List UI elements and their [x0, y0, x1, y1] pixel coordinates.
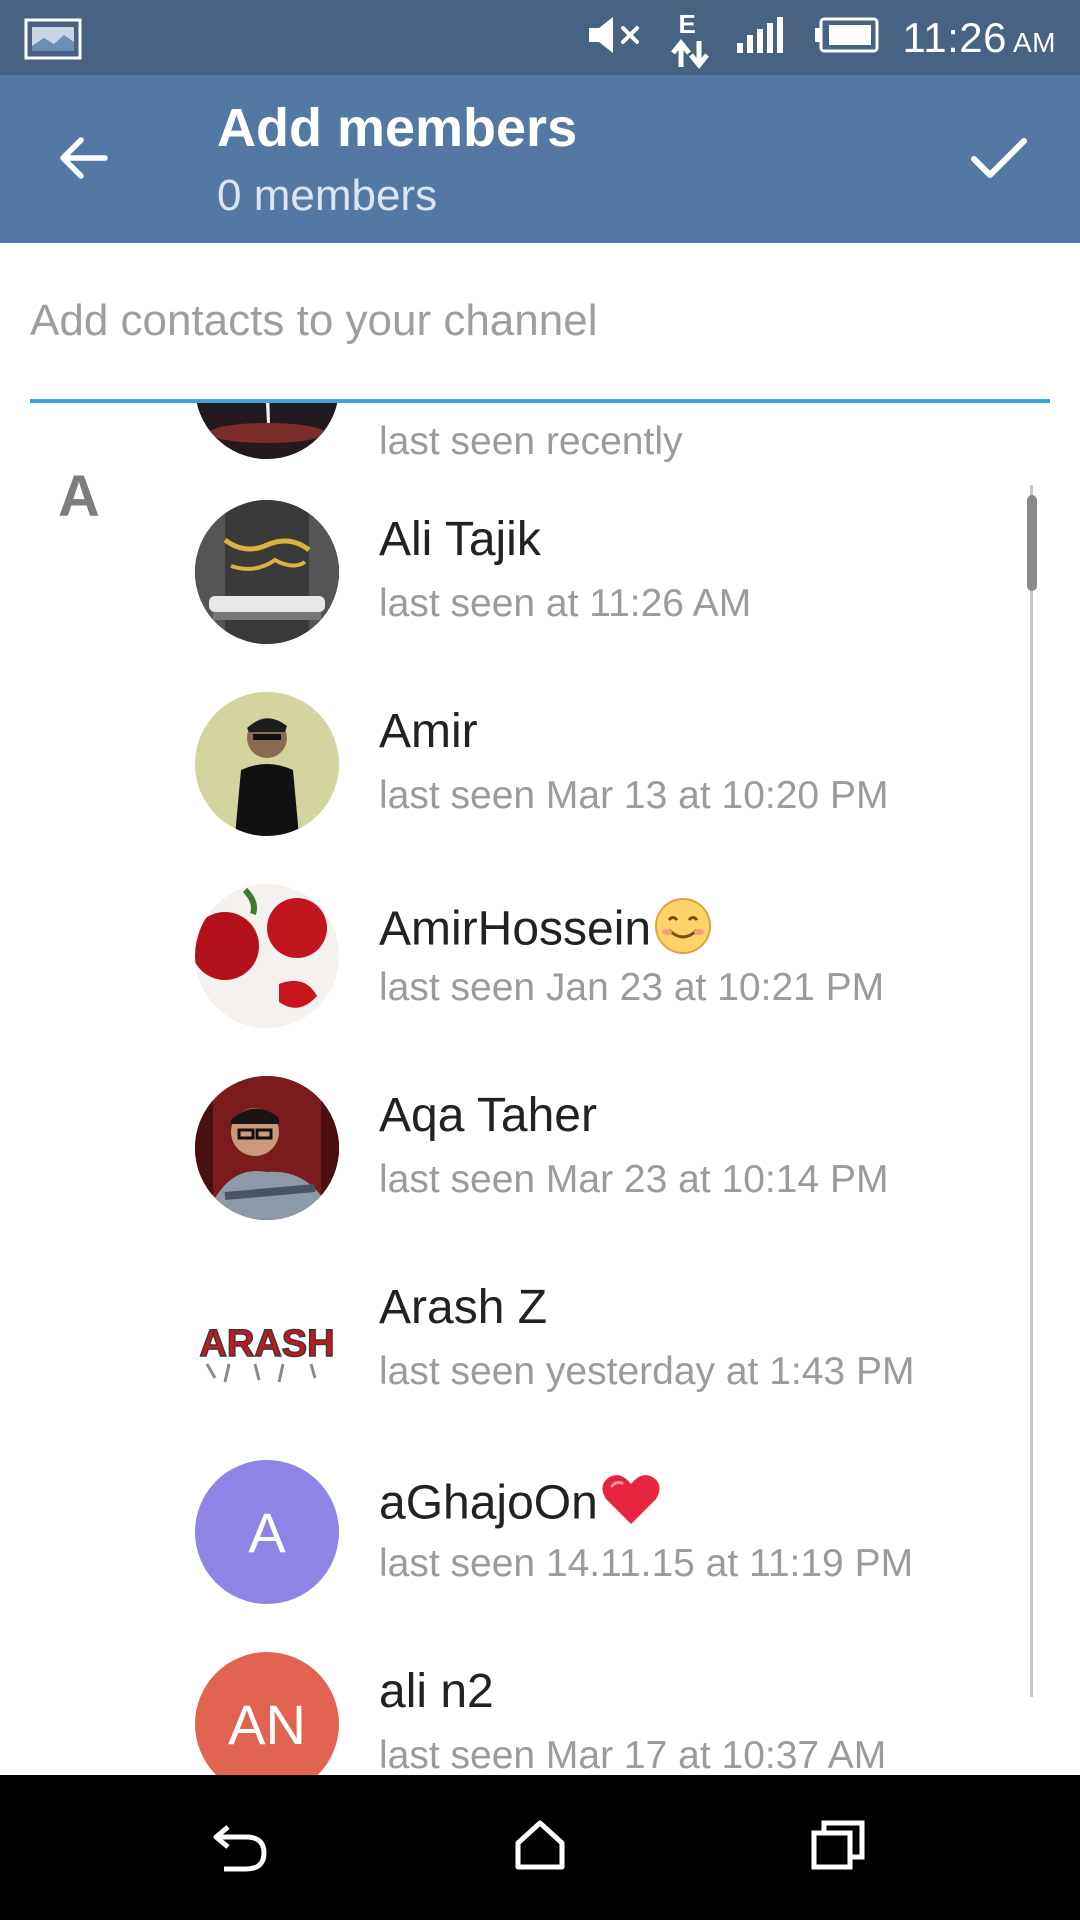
contact-avatar [195, 403, 339, 459]
contact-avatar [195, 692, 339, 836]
search-area [0, 243, 1080, 404]
home-icon [514, 1819, 566, 1876]
contact-name: Amir [379, 705, 478, 758]
back-button[interactable] [50, 127, 116, 193]
notification-image-icon [24, 18, 82, 60]
contact-row-ali-n2[interactable]: AN ali n2 last seen Mar 17 at 10:37 AM [0, 1652, 1030, 1775]
data-transfer-icon: E [669, 7, 713, 69]
contact-name-text: aGhajoOn [379, 1476, 598, 1530]
contact-status: last seen Jan 23 at 10:21 PM [379, 966, 885, 1009]
contact-name: Arash Z [379, 1281, 548, 1334]
contact-row-arash-z[interactable]: ARASH Arash Z last seen yesterday at 1:4… [0, 1268, 1030, 1460]
battery-icon [813, 16, 881, 59]
search-input[interactable] [30, 291, 1050, 351]
status-clock: 11:26 AM [903, 14, 1057, 62]
contact-avatar [195, 884, 339, 1028]
contact-row-ali-tajik[interactable]: Ali Tajik last seen at 11:26 AM [0, 500, 1030, 692]
contact-row-aqa-taher[interactable]: Aqa Taher last seen Mar 23 at 10:14 PM [0, 1076, 1030, 1268]
arrow-left-icon [55, 134, 111, 187]
contact-name: AmirHossein [379, 896, 713, 968]
scrollbar-track[interactable] [1030, 485, 1033, 1697]
nav-recents-button[interactable] [802, 1811, 874, 1883]
nav-back-button[interactable] [204, 1811, 276, 1883]
contact-list[interactable]: last seen recently A Ali Tajik last seen… [0, 403, 1080, 1775]
contact-status: last seen 14.11.15 at 11:19 PM [379, 1542, 914, 1585]
red-heart-icon [600, 1472, 662, 1540]
status-bar: E 11:26 AM [0, 0, 1080, 75]
contact-avatar-initials: A [195, 1460, 339, 1604]
signal-icon [735, 15, 791, 60]
contact-row-amirhossein[interactable]: AmirHossein last seen Jan 23 at 10:21 PM [0, 884, 1030, 1076]
contact-status: last seen recently [379, 420, 683, 463]
contact-status: last seen Mar 13 at 10:20 PM [379, 774, 889, 817]
scrollbar-thumb[interactable] [1027, 495, 1037, 591]
status-icons: E 11:26 AM [585, 0, 1057, 75]
arash-avatar-text: ARASH [199, 1323, 334, 1365]
back-nav-icon [210, 1817, 270, 1878]
check-icon [970, 135, 1028, 186]
member-count: 0 members [217, 171, 438, 220]
mute-icon [585, 13, 647, 62]
screen: E 11:26 AM Add members 0 members Add con… [0, 0, 1080, 1920]
smiling-face-icon [653, 896, 713, 968]
navigation-bar [0, 1775, 1080, 1920]
page-title: Add members [217, 98, 578, 158]
contact-status: last seen yesterday at 1:43 PM [379, 1350, 915, 1393]
contact-name: aGhajoOn [379, 1472, 662, 1540]
contact-name: Aqa Taher [379, 1089, 597, 1142]
contact-row-amir[interactable]: Amir last seen Mar 13 at 10:20 PM [0, 692, 1030, 884]
contact-status: last seen Mar 17 at 10:37 AM [379, 1734, 887, 1775]
contact-name: ali n2 [379, 1665, 494, 1718]
contact-status: last seen Mar 23 at 10:14 PM [379, 1158, 889, 1201]
contact-avatar [195, 1076, 339, 1220]
recents-icon [810, 1819, 866, 1876]
clock-ampm: AM [1013, 26, 1056, 58]
clock-time: 11:26 [902, 13, 1007, 61]
contact-avatar [195, 500, 339, 644]
contact-avatar-initials: AN [195, 1652, 339, 1775]
contact-name-text: AmirHossein [379, 902, 652, 956]
contact-avatar: ARASH [195, 1268, 339, 1412]
app-bar: Add members 0 members [0, 75, 1080, 243]
contact-name: Ali Tajik [379, 513, 541, 566]
confirm-button[interactable] [966, 127, 1032, 193]
contact-row-aghajoon[interactable]: A aGhajoOn last seen 14.11.15 at 11:19 P… [0, 1460, 1030, 1652]
nav-home-button[interactable] [504, 1811, 576, 1883]
contact-row-partial[interactable]: last seen recently [0, 403, 1030, 507]
contact-status: last seen at 11:26 AM [379, 582, 752, 625]
